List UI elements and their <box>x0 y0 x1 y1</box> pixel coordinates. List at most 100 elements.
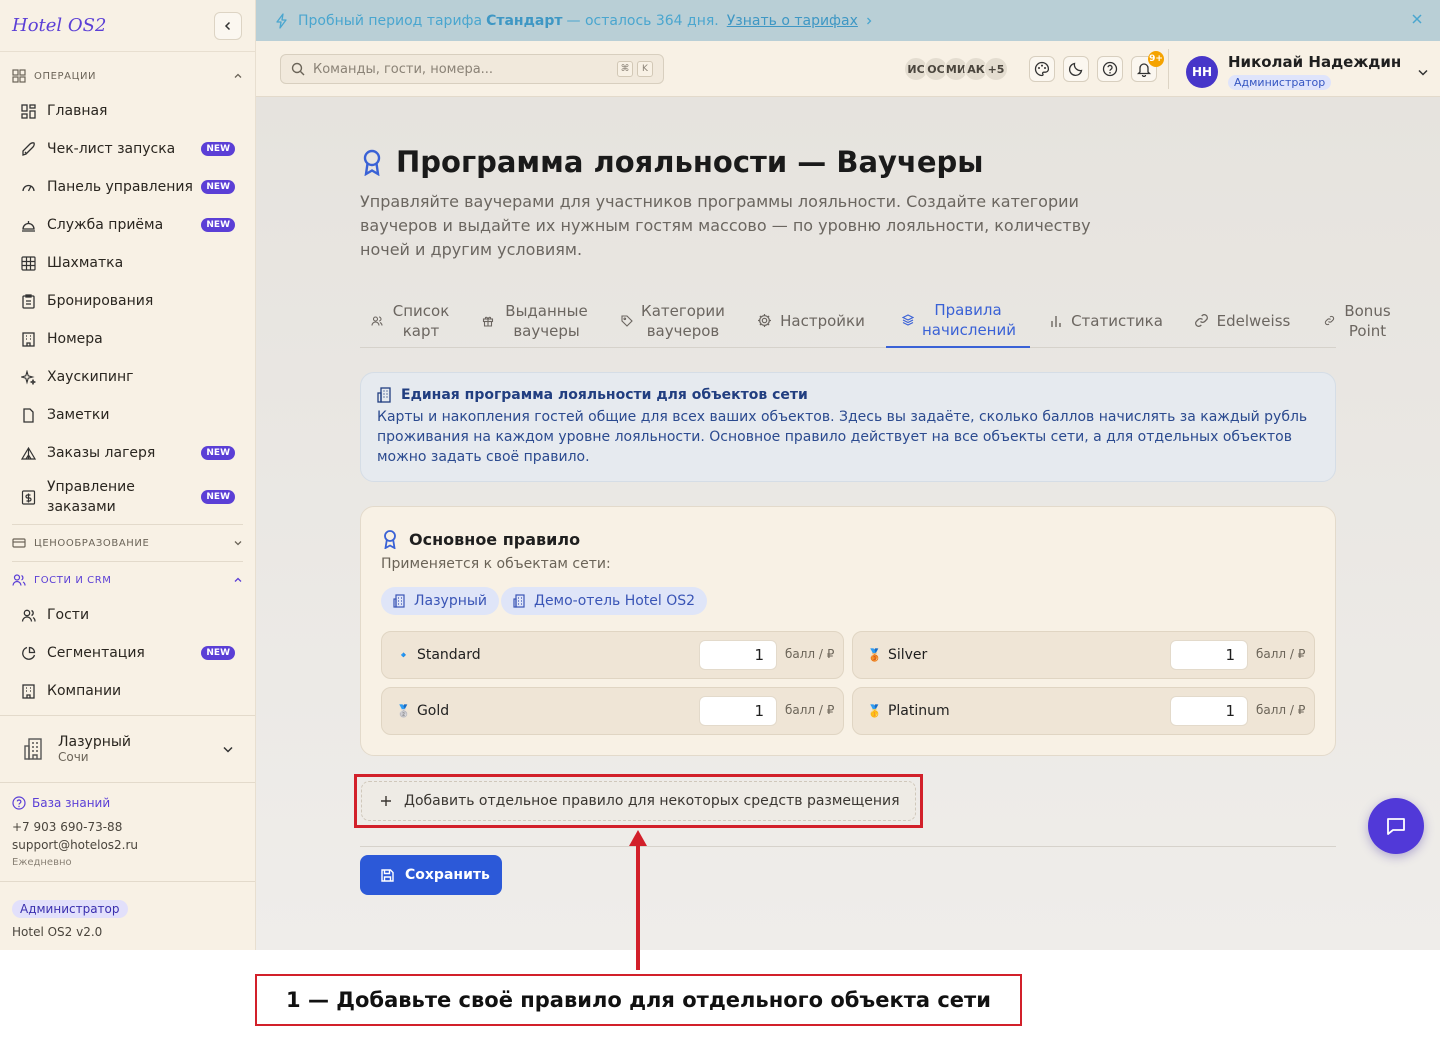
bar-chart-icon <box>1051 315 1061 327</box>
sidebar-item-camp-orders[interactable]: Заказы лагеря NEW <box>0 434 255 472</box>
add-property-rule-button[interactable]: Добавить отдельное правило для некоторых… <box>361 781 916 821</box>
banner-text-post: — осталось 364 дня. <box>566 12 719 29</box>
users-icon <box>12 574 26 586</box>
search-input[interactable]: Команды, гости, номера... ⌘ K <box>280 54 664 84</box>
section-operations[interactable]: Операции <box>0 60 255 92</box>
knowledge-base-label: База знаний <box>32 796 111 810</box>
sidebar-item-front-desk[interactable]: Служба приёма NEW <box>0 206 255 244</box>
gear-icon <box>758 314 772 327</box>
online-users[interactable]: ИС ОС МИ АК +5 <box>904 57 1008 81</box>
chevron-down-icon <box>223 746 233 753</box>
grid-icon <box>12 69 26 83</box>
annotation-callout: 1 — Добавьте своё правило для отдельного… <box>255 974 1022 1026</box>
points-input[interactable]: 1 <box>699 640 777 670</box>
app-logo[interactable]: Hotel OS2 <box>12 15 106 36</box>
building-icon <box>393 594 405 608</box>
tab-accrual-rules[interactable]: Правила начислений <box>886 293 1030 348</box>
user-menu[interactable]: НН Николай Надеждин Администратор <box>1186 53 1429 90</box>
building-icon <box>513 594 525 608</box>
bell-desk-icon <box>20 217 36 233</box>
notifications-button[interactable]: 9+ <box>1131 51 1164 82</box>
property-chip: Лазурный <box>381 587 500 615</box>
role-block: Администратор Hotel OS2 v2.0 <box>0 881 255 955</box>
points-unit: балл / ₽ <box>1256 703 1306 717</box>
tab-bonus-point[interactable]: Bonus Point <box>1308 293 1408 348</box>
support-phone[interactable]: +7 903 690-73-88 <box>12 818 138 836</box>
sidebar-item-guests[interactable]: Гости <box>0 596 255 634</box>
section-label: Операции <box>34 70 97 82</box>
layers-icon <box>902 313 914 326</box>
rule-subtitle: Применяется к объектам сети: <box>381 556 611 572</box>
sidebar-item-segmentation[interactable]: Сегментация NEW <box>0 634 255 672</box>
sidebar-item-launch-checklist[interactable]: Чек-лист запуска NEW <box>0 130 255 168</box>
tab-issued-vouchers[interactable]: Выданные ваучеры <box>473 293 600 348</box>
sidebar-item-housekeeping[interactable]: Хаускипинг <box>0 358 255 396</box>
gauge-icon <box>20 179 36 195</box>
sparkles-icon <box>20 369 36 385</box>
sidebar-item-label: Управление заказами <box>47 479 135 515</box>
trial-banner: Пробный период тарифа Стандарт — осталос… <box>256 0 1440 41</box>
user-avatar: НН <box>1186 55 1218 88</box>
points-input[interactable]: 1 <box>1170 640 1248 670</box>
tab-edelweiss[interactable]: Edelweiss <box>1186 293 1298 348</box>
sidebar-item-label: Заказы лагеря <box>47 445 156 461</box>
points-input[interactable]: 1 <box>1170 696 1248 726</box>
palette-icon <box>1034 61 1050 77</box>
sidebar-item-room-grid[interactable]: Шахматка <box>0 244 255 282</box>
plus-icon <box>381 796 391 806</box>
gift-icon <box>482 316 493 327</box>
sidebar-item-rooms[interactable]: Номера <box>0 320 255 358</box>
chat-button[interactable] <box>1368 798 1424 854</box>
tab-settings[interactable]: Настройки <box>746 293 876 348</box>
pricing-link[interactable]: Узнать о тарифах <box>727 13 858 29</box>
tab-bar: Список карт Выданные ваучеры Категории в… <box>360 293 1391 348</box>
tier-platinum-icon: 🥇 <box>867 704 882 718</box>
hotel-switcher[interactable]: Лазурный Сочи <box>0 715 255 783</box>
section-pricing[interactable]: Ценообразование <box>0 527 255 559</box>
tent-icon <box>20 445 36 461</box>
support-schedule: Ежедневно <box>12 857 72 868</box>
network-info-alert: Единая программа лояльности для объектов… <box>360 372 1336 482</box>
add-rule-label: Добавить отдельное правило для некоторых… <box>404 793 900 809</box>
tab-cards-list[interactable]: Список карт <box>360 293 462 348</box>
property-name: Демо-отель Hotel OS2 <box>534 593 696 609</box>
avatar-more[interactable]: +5 <box>984 57 1008 81</box>
tab-statistics[interactable]: Статистика <box>1040 293 1172 348</box>
sidebar-item-control-panel[interactable]: Панель управления NEW <box>0 168 255 206</box>
theme-palette-button[interactable] <box>1029 56 1055 82</box>
new-badge: NEW <box>201 490 235 504</box>
collapse-sidebar-button[interactable] <box>214 11 242 40</box>
sidebar-item-home[interactable]: Главная <box>0 92 255 130</box>
sidebar-item-notes[interactable]: Заметки <box>0 396 255 434</box>
hotel-name: Лазурный <box>58 734 132 750</box>
section-guests-crm[interactable]: Гости и CRM <box>0 564 255 596</box>
new-badge: NEW <box>201 180 235 194</box>
tier-name: Gold <box>416 703 450 719</box>
chat-icon <box>1387 818 1405 835</box>
sidebar-item-bookings[interactable]: Бронирования <box>0 282 255 320</box>
close-icon[interactable] <box>1410 12 1424 26</box>
property-chip: Демо-отель Hotel OS2 <box>501 587 708 615</box>
tab-voucher-categories[interactable]: Категории ваучеров <box>612 293 734 348</box>
sidebar-item-companies[interactable]: Компании <box>0 672 255 710</box>
sidebar-item-order-management[interactable]: Управление заказами NEW <box>0 472 255 522</box>
link-icon <box>1194 314 1208 327</box>
tab-label: Категории ваучеров <box>641 301 725 340</box>
rocket-icon <box>20 141 36 157</box>
sidebar-item-label: Чек-лист запуска <box>47 141 176 157</box>
sidebar-item-label: Компании <box>47 683 122 699</box>
support-block: База знаний +7 903 690-73-88 support@hot… <box>12 794 138 872</box>
dark-mode-button[interactable] <box>1063 56 1089 82</box>
help-button[interactable] <box>1097 56 1123 82</box>
support-email[interactable]: support@hotelos2.ru <box>12 836 138 854</box>
tier-name: Standard <box>416 647 481 663</box>
save-button[interactable]: Сохранить <box>360 855 502 895</box>
users-icon <box>20 607 36 623</box>
search-placeholder: Команды, гости, номера... <box>313 61 494 77</box>
sidebar-item-label: Гости <box>47 607 90 623</box>
knowledge-base-link[interactable]: База знаний <box>12 794 138 812</box>
sidebar-item-label: Бронирования <box>47 293 154 309</box>
points-input[interactable]: 1 <box>699 696 777 726</box>
sidebar-item-label: Главная <box>47 103 108 119</box>
help-circle-icon <box>1102 61 1118 77</box>
